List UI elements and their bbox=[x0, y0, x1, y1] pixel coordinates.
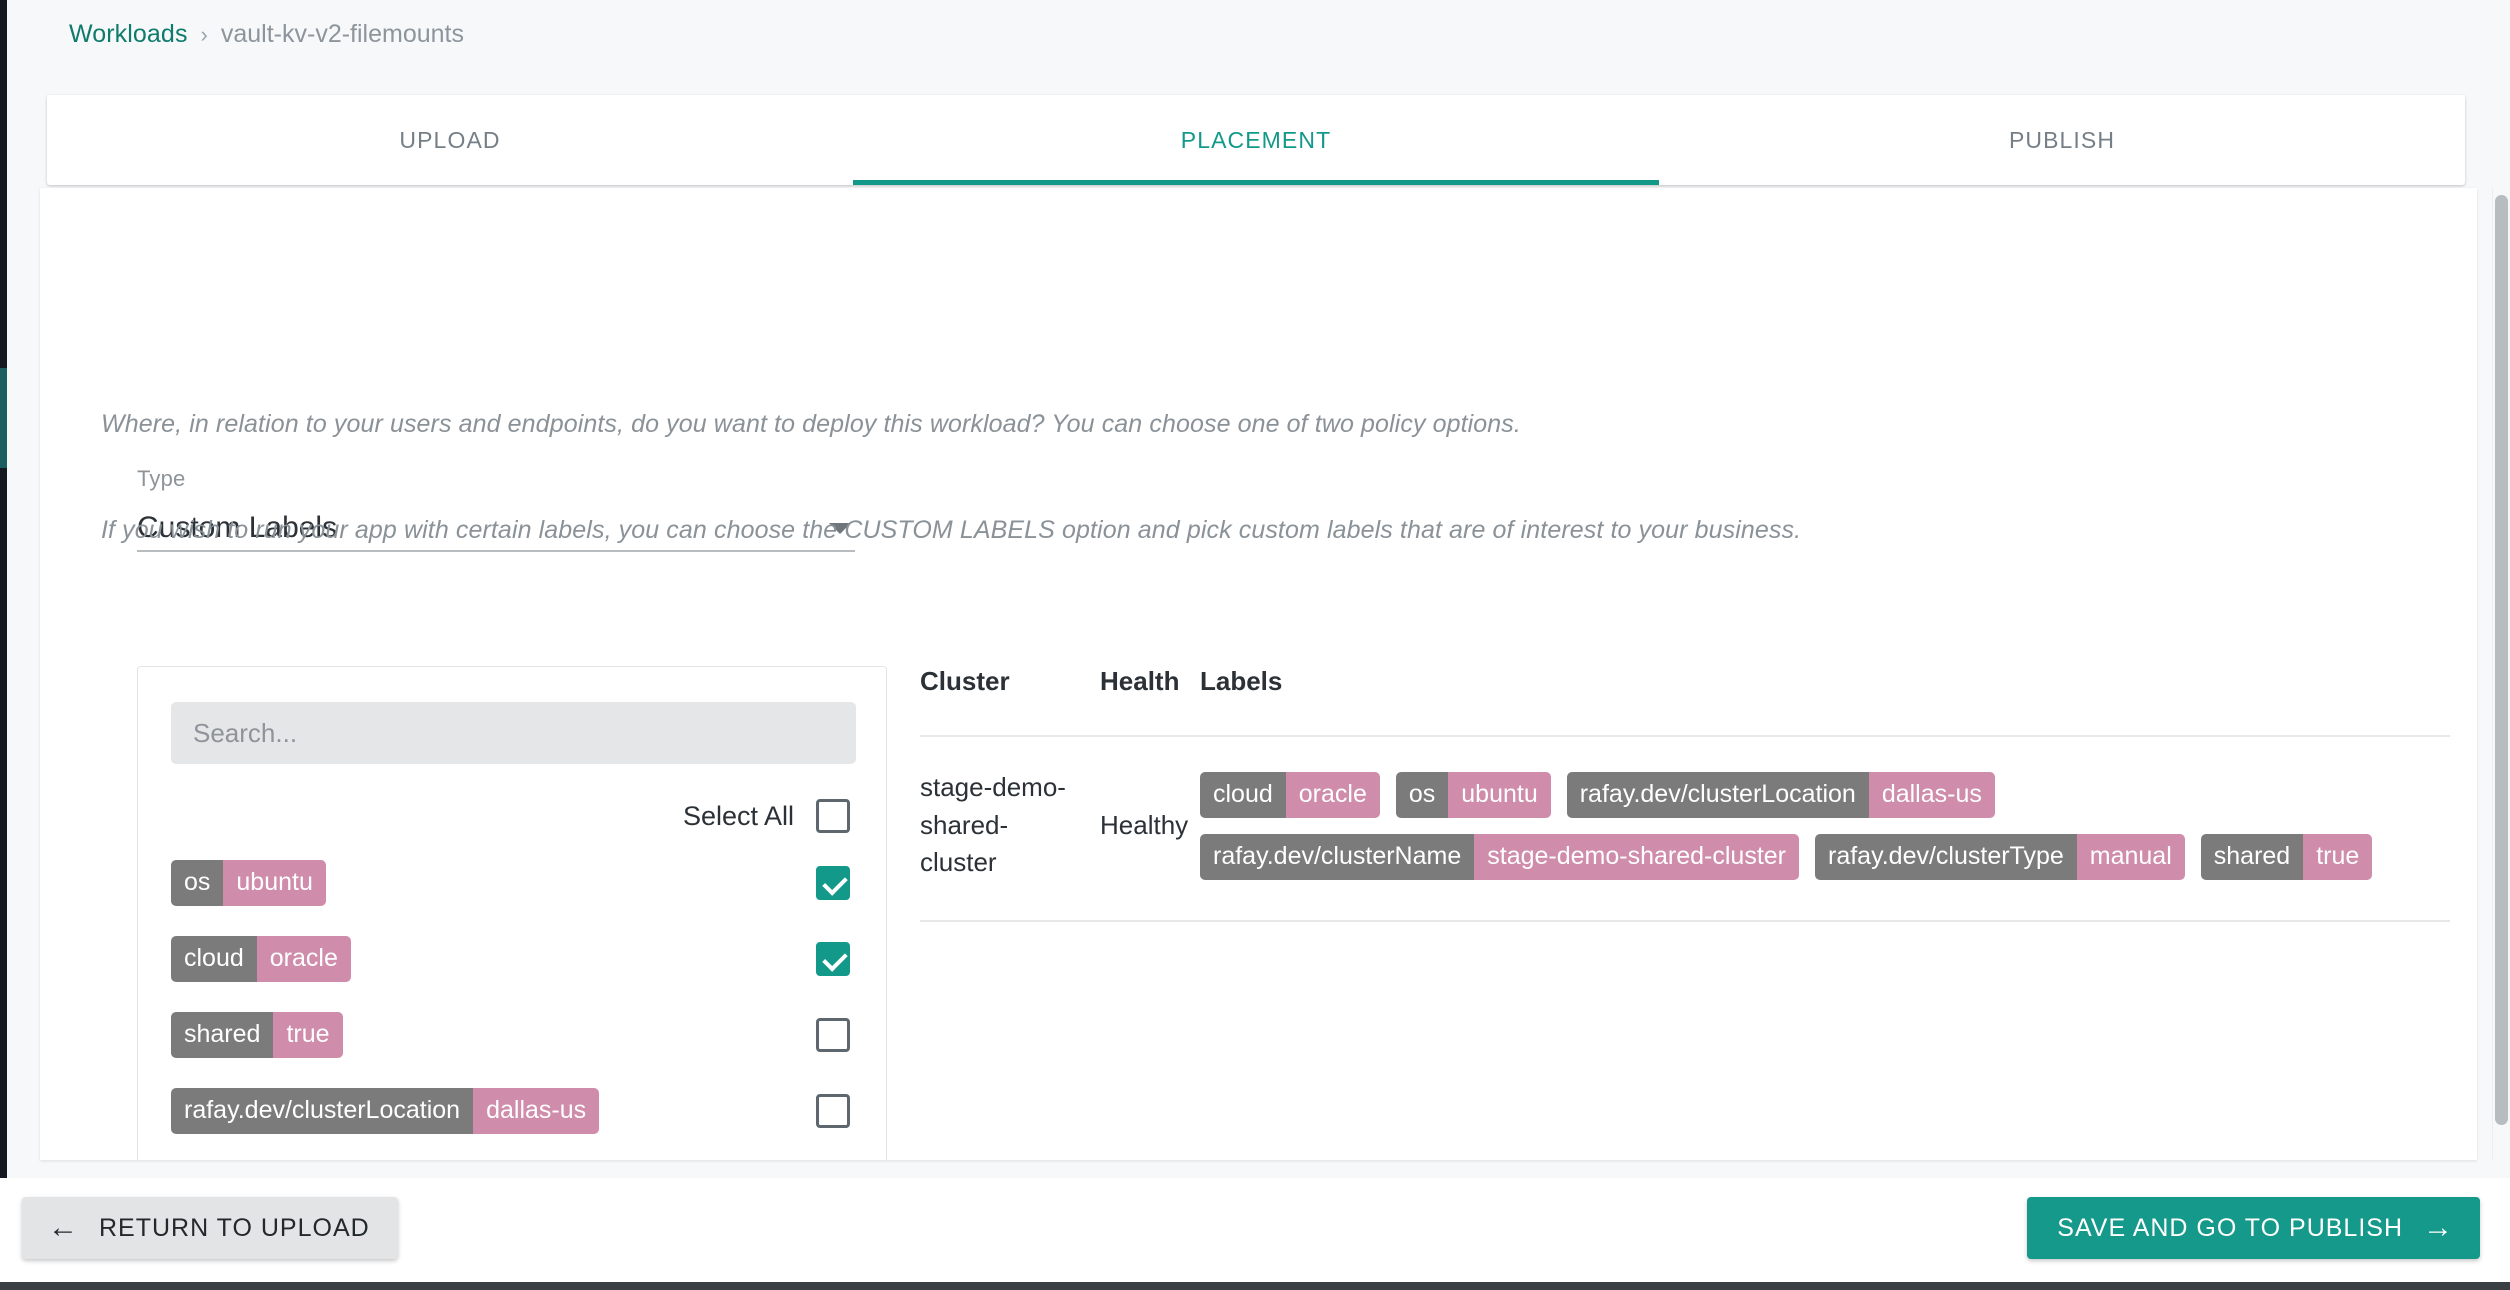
save-and-go-to-publish-button[interactable]: SAVE AND GO TO PUBLISH → bbox=[2027, 1197, 2480, 1259]
label-chip: cloud oracle bbox=[171, 936, 351, 982]
vertical-scrollbar-thumb[interactable] bbox=[2495, 195, 2508, 1125]
label-chip-key: rafay.dev/clusterName bbox=[1200, 833, 1475, 880]
select-all-label: Select All bbox=[682, 800, 794, 831]
label-chip-value: true bbox=[273, 1012, 343, 1058]
label-checkbox[interactable] bbox=[816, 1018, 850, 1052]
list-item[interactable]: cloud oracle bbox=[138, 921, 886, 997]
label-checkbox[interactable] bbox=[816, 942, 850, 976]
label-option-list: os ubuntu cloud oracle shared true rafay… bbox=[138, 845, 886, 1160]
label-chip-value: oracle bbox=[256, 936, 351, 982]
search-input[interactable] bbox=[171, 702, 856, 764]
placement-description: Where, in relation to your users and end… bbox=[101, 410, 1521, 438]
label-chip: rafay.dev/clusterType manual bbox=[1815, 833, 2185, 880]
custom-labels-hint: If you wish to run your app with certain… bbox=[101, 516, 1802, 544]
label-chip: cloud oracle bbox=[1200, 771, 1380, 818]
list-item[interactable]: share true bbox=[138, 1149, 886, 1160]
cell-cluster-name: stage-demo-shared-cluster bbox=[920, 772, 1066, 878]
column-header-health: Health bbox=[1100, 666, 1180, 696]
label-chip: rafay.dev/clusterLocation dallas-us bbox=[171, 1088, 600, 1134]
label-chip: rafay.dev/clusterLocation dallas-us bbox=[1566, 771, 1995, 818]
page-root: Workloads › vault-kv-v2-filemounts UPLOA… bbox=[7, 0, 2510, 1290]
label-chip-key: rafay.dev/clusterLocation bbox=[171, 1088, 474, 1134]
label-chip: rafay.dev/clusterName stage-demo-shared-… bbox=[1200, 833, 1799, 880]
label-chip-key: cloud bbox=[171, 936, 257, 982]
list-item[interactable]: rafay.dev/clusterLocation dallas-us bbox=[138, 1073, 886, 1149]
label-picker-panel: Select All os ubuntu cloud oracle bbox=[137, 666, 887, 1160]
select-all-row[interactable]: Select All bbox=[138, 799, 886, 833]
list-item[interactable]: os ubuntu bbox=[138, 845, 886, 921]
table-row: stage-demo-shared-cluster Healthy cloud … bbox=[920, 737, 2450, 923]
label-chip: os ubuntu bbox=[1395, 771, 1551, 818]
label-chip-key: shared bbox=[171, 1012, 274, 1058]
placement-panel: Where, in relation to your users and end… bbox=[40, 188, 2477, 1160]
arrow-right-icon: → bbox=[2423, 1211, 2454, 1244]
arrow-left-icon: ← bbox=[48, 1211, 79, 1244]
label-chip-value: true bbox=[2303, 833, 2373, 880]
window-bottom-edge bbox=[0, 1282, 2510, 1290]
label-chip-value: oracle bbox=[1285, 771, 1380, 818]
tab-placement[interactable]: PLACEMENT bbox=[853, 95, 1659, 185]
wizard-footer: ← RETURN TO UPLOAD SAVE AND GO TO PUBLIS… bbox=[0, 1178, 2510, 1290]
list-item[interactable]: shared true bbox=[138, 997, 886, 1073]
breadcrumb-workloads-link[interactable]: Workloads bbox=[69, 22, 188, 47]
cell-cluster-health: Healthy bbox=[1100, 810, 1189, 841]
column-header-cluster: Cluster bbox=[920, 666, 1010, 696]
cell-cluster-labels: cloud oracle os ubuntu rafay.dev/cluster… bbox=[1200, 771, 2450, 880]
breadcrumb: Workloads › vault-kv-v2-filemounts bbox=[69, 22, 464, 47]
label-checkbox[interactable] bbox=[816, 866, 850, 900]
label-chip-value: dallas-us bbox=[473, 1088, 600, 1134]
table-header-row: Cluster Health Labels bbox=[920, 666, 2450, 737]
cluster-table: Cluster Health Labels stage-demo-shared-… bbox=[920, 666, 2450, 923]
tab-upload[interactable]: UPLOAD bbox=[47, 95, 853, 185]
app-left-rail-active-indicator bbox=[0, 368, 7, 468]
label-chip-key: os bbox=[171, 860, 224, 906]
type-label: Type bbox=[137, 466, 186, 491]
label-chip-value: ubuntu bbox=[223, 860, 326, 906]
select-all-checkbox[interactable] bbox=[816, 799, 850, 833]
label-chip: shared true bbox=[171, 1012, 343, 1058]
label-chip-value: manual bbox=[2076, 833, 2185, 880]
wizard-tabs: UPLOAD PLACEMENT PUBLISH bbox=[47, 95, 2465, 185]
label-chip-key: os bbox=[1395, 771, 1449, 818]
label-chip: os ubuntu bbox=[171, 860, 326, 906]
label-chip-key: rafay.dev/clusterLocation bbox=[1566, 771, 1869, 818]
tab-publish[interactable]: PUBLISH bbox=[1659, 95, 2465, 185]
label-chip: shared true bbox=[2200, 833, 2373, 880]
label-chip-value: ubuntu bbox=[1448, 771, 1551, 818]
label-chip-key: shared bbox=[2200, 833, 2304, 880]
label-chip-key: rafay.dev/clusterType bbox=[1815, 833, 2077, 880]
breadcrumb-separator-icon: › bbox=[200, 21, 208, 47]
label-chip-value: dallas-us bbox=[1868, 771, 1995, 818]
label-checkbox[interactable] bbox=[816, 1094, 850, 1128]
label-chip-key: cloud bbox=[1200, 771, 1286, 818]
label-chip-value: stage-demo-shared-cluster bbox=[1474, 833, 1799, 880]
return-to-upload-label: RETURN TO UPLOAD bbox=[99, 1213, 370, 1242]
column-header-labels: Labels bbox=[1200, 666, 1283, 696]
app-left-rail bbox=[0, 0, 7, 1210]
breadcrumb-current-item: vault-kv-v2-filemounts bbox=[220, 20, 465, 48]
save-and-go-to-publish-label: SAVE AND GO TO PUBLISH bbox=[2057, 1213, 2403, 1242]
return-to-upload-button[interactable]: ← RETURN TO UPLOAD bbox=[22, 1197, 398, 1259]
